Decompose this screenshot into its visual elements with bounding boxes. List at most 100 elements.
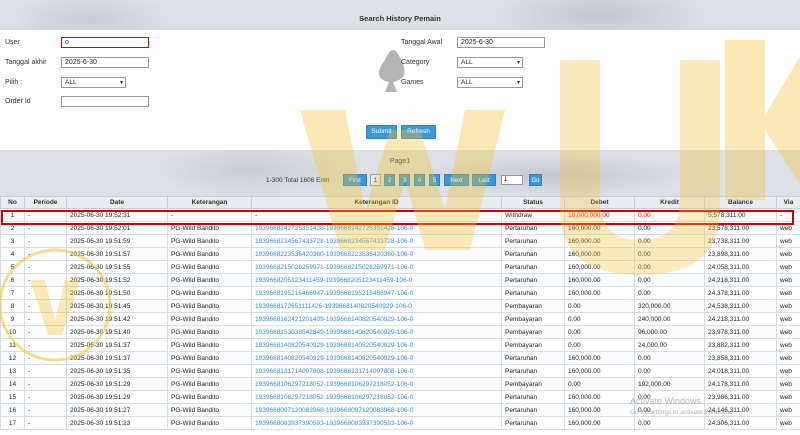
user-input[interactable]: o <box>61 37 149 48</box>
table-cell: 17 <box>0 416 25 430</box>
table-cell: 160,000.00 <box>564 416 635 430</box>
page-button-5[interactable]: 5 <box>429 174 440 186</box>
table-cell[interactable]: 1939668172651111426-1939668140820540929-… <box>251 299 502 313</box>
table-cell[interactable]: 1939668097120083968-1939668097120083968-… <box>251 403 502 417</box>
table-cell[interactable]: 1939668106297218052-1939668106297218052-… <box>251 377 502 391</box>
table-cell: 0.00 <box>564 312 635 326</box>
activate-windows-watermark: Activate Windows Go to Settings to activ… <box>630 395 733 419</box>
table-cell: 23,978,311.00 <box>704 325 777 339</box>
order-id-input[interactable] <box>61 96 149 107</box>
table-cell: 2025-06-30 19:51:50 <box>66 286 168 300</box>
tanggal-akhir-label: Tanggal akhir <box>5 59 47 66</box>
user-label: User <box>5 39 20 46</box>
table-row[interactable]: 2-2025-06-30 19:52:01 PG-Wild Bandito 1939… <box>0 221 800 235</box>
table-row[interactable]: 5-2025-06-30 19:51:55 PG-Wild Bandito 1939… <box>0 260 800 274</box>
table-cell: - <box>24 208 67 222</box>
pilih-select-value: ALL <box>65 79 77 86</box>
table-row[interactable]: 6-2025-06-30 19:51:52 PG-Wild Bandito 1939… <box>0 273 800 287</box>
table-cell: 4 <box>0 247 25 261</box>
table-cell: - <box>24 312 67 326</box>
table-cell: PG-Wild Bandito <box>167 338 252 352</box>
table-row[interactable]: 10-2025-06-30 19:51:40 PG-Wild Bandito 193… <box>0 325 800 339</box>
table-cell: web <box>776 299 800 313</box>
goto-page-input[interactable]: 1 <box>501 175 523 185</box>
table-row[interactable]: 4-2025-06-30 19:51:57 PG-Wild Bandito 1939… <box>0 247 800 261</box>
table-cell: Pertaruhan <box>501 351 565 365</box>
table-cell[interactable]: 1939668153038542849-1939668140820540929-… <box>251 325 502 339</box>
go-button[interactable]: Go <box>529 174 542 186</box>
table-cell: PG-Wild Bandito <box>167 390 252 404</box>
table-cell[interactable]: 1939668106297218052-1939668106297218052-… <box>251 390 502 404</box>
table-cell: 24,538,311.00 <box>704 299 777 313</box>
table-row[interactable]: 8-2025-06-30 19:51:45 PG-Wild Bandito 1939… <box>0 299 800 313</box>
column-header: Kredit <box>634 196 705 209</box>
table-cell: 2025-06-30 19:52:31 <box>66 208 168 222</box>
table-cell: Pembayaran <box>501 377 565 391</box>
table-cell: PG-Wild Bandito <box>167 234 252 248</box>
page-button-2[interactable]: 2 <box>384 174 395 186</box>
table-cell[interactable]: 1939668162421201409-1939668140820540929-… <box>251 312 502 326</box>
table-cell: Pertaruhan <box>501 286 565 300</box>
table-cell: 11 <box>0 338 25 352</box>
table-row[interactable]: 13-2025-06-30 19:51:35 PG-Wild Bandito 193… <box>0 364 800 378</box>
table-cell: PG-Wild Bandito <box>167 325 252 339</box>
table-cell[interactable]: 1939668140820540929-1939668140820540929-… <box>251 351 502 365</box>
next-page-button[interactable]: Next <box>444 174 469 186</box>
table-cell: 8 <box>0 299 25 313</box>
refresh-button[interactable]: Refresh <box>401 125 436 139</box>
table-cell: 2025-06-30 19:51:55 <box>66 260 168 274</box>
table-cell: PG-Wild Bandito <box>167 221 252 235</box>
table-row[interactable]: 7-2025-06-30 19:51:50 PG-Wild Bandito 1939… <box>0 286 800 300</box>
table-cell: - <box>167 208 252 222</box>
table-cell: - <box>24 351 67 365</box>
table-cell: web <box>776 286 800 300</box>
table-cell: 23,882,311.00 <box>704 338 777 352</box>
page-button-4[interactable]: 4 <box>414 174 425 186</box>
table-cell[interactable]: 1939668215026259971-1939668215026259971-… <box>251 260 502 274</box>
page-button-1[interactable]: 1 <box>370 174 381 186</box>
table-cell[interactable]: 1939668140820540929-1939668140820540929-… <box>251 338 502 352</box>
submit-button[interactable]: Submit <box>366 125 397 139</box>
table-cell: PG-Wild Bandito <box>167 273 252 287</box>
table-cell[interactable]: 1939668242725351428-1939668242725351428-… <box>251 221 502 235</box>
page-button-3[interactable]: 3 <box>399 174 410 186</box>
table-cell: Pertaruhan <box>501 416 565 430</box>
table-cell: 2025-06-30 19:51:37 <box>66 351 168 365</box>
table-cell: 160,000.00 <box>564 390 635 404</box>
table-cell: 23,578,311.00 <box>704 221 777 235</box>
table-cell[interactable]: 1939668234567433728-1939668234567433728-… <box>251 234 502 248</box>
table-cell: PG-Wild Bandito <box>167 416 252 430</box>
table-cell[interactable]: - <box>251 208 502 222</box>
table-cell[interactable]: 1939668131714007808-1939668131714007808-… <box>251 364 502 378</box>
table-cell: 0.00 <box>634 260 705 274</box>
table-cell: 10 <box>0 325 25 339</box>
tanggal-awal-input[interactable]: 2025-6-30 <box>457 37 545 48</box>
table-cell: 0.00 <box>634 364 705 378</box>
table-cell[interactable]: 1939668083937390593-1939668083937390593-… <box>251 416 502 430</box>
last-page-button[interactable]: Last <box>472 174 496 186</box>
table-row[interactable]: 9-2025-06-30 19:51:42 PG-Wild Bandito 1939… <box>0 312 800 326</box>
table-cell[interactable]: 1939668195216466947-1939668195216466947-… <box>251 286 502 300</box>
table-cell[interactable]: 1939668223536420360-1939668223536420360-… <box>251 247 502 261</box>
table-cell: 160,000.00 <box>564 364 635 378</box>
table-cell: 160,000.00 <box>564 247 635 261</box>
table-row[interactable]: 3-2025-06-30 19:51:59 PG-Wild Bandito 1939… <box>0 234 800 248</box>
table-cell: 23,738,311.00 <box>704 234 777 248</box>
table-cell: 0.00 <box>634 273 705 287</box>
first-page-button[interactable]: First <box>343 174 367 186</box>
table-cell[interactable]: 1939668205123411459-1939668205123411459-… <box>251 273 502 287</box>
games-select[interactable]: ALL ▾ <box>457 77 523 88</box>
table-cell: 160,000.00 <box>564 260 635 274</box>
table-row[interactable]: 14-2025-06-30 19:51:29 PG-Wild Bandito 193… <box>0 377 800 391</box>
table-cell: Pembayaran <box>501 325 565 339</box>
table-row[interactable]: 11-2025-06-30 19:51:37 PG-Wild Bandito 193… <box>0 338 800 352</box>
table-cell: 160,000.00 <box>564 403 635 417</box>
table-row[interactable]: 1-2025-06-30 19:52:31- - Withdraw 18,000,00… <box>0 208 800 222</box>
table-cell: web <box>776 403 800 417</box>
table-row[interactable]: 12-2025-06-30 19:51:37 PG-Wild Bandito 193… <box>0 351 800 365</box>
table-cell: 13 <box>0 364 25 378</box>
table-cell: - <box>24 273 67 287</box>
category-select[interactable]: ALL ▾ <box>457 57 523 68</box>
pilih-select[interactable]: ALL ▾ <box>61 77 126 88</box>
tanggal-akhir-input[interactable]: 2025-6-30 <box>61 57 149 68</box>
